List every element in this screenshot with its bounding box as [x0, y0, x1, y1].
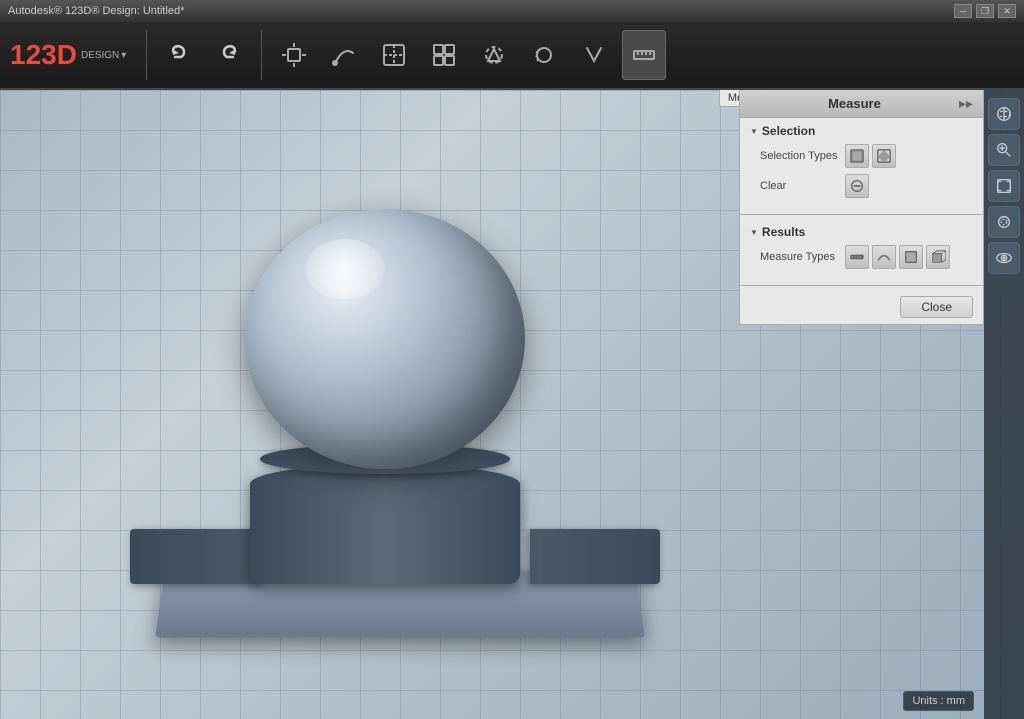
close-window-button[interactable]: ✕	[998, 4, 1016, 18]
restore-button[interactable]: ❐	[976, 4, 994, 18]
title-bar: Autodesk® 123D® Design: Untitled* ─ ❐ ✕	[0, 0, 1024, 22]
measure-panel: Measure ▸▸ ▼ Selection Selection Types	[739, 90, 984, 325]
measure-types-row: Measure Types	[750, 245, 973, 269]
primitives-button[interactable]	[422, 30, 466, 80]
results-section: ▼ Results Measure Types	[740, 219, 983, 281]
logo-text: 123D	[10, 41, 77, 69]
minimize-button[interactable]: ─	[954, 4, 972, 18]
measure-type-ruler-button[interactable]	[845, 245, 869, 269]
results-label: Results	[762, 225, 805, 239]
boolean-button[interactable]	[472, 30, 516, 80]
fit-view-button[interactable]	[988, 170, 1020, 202]
snap-button[interactable]	[572, 30, 616, 80]
panel-title-bar: Measure ▸▸	[740, 90, 983, 118]
zoom-button[interactable]	[988, 134, 1020, 166]
group-button[interactable]	[522, 30, 566, 80]
right-toolbar	[984, 90, 1024, 719]
measure-type-area-button[interactable]	[899, 245, 923, 269]
redo-button[interactable]	[207, 30, 251, 80]
wing-right	[530, 529, 660, 584]
clear-label: Clear	[760, 180, 845, 192]
logo-dropdown-arrow[interactable]: ▾	[121, 50, 126, 61]
panel-title: Measure	[750, 96, 959, 111]
viewport[interactable]: Measu... Units : mm	[0, 90, 1024, 719]
clear-selection-button[interactable]	[845, 174, 869, 198]
app-logo: 123D DESIGN ▾	[10, 41, 126, 69]
3d-object	[130, 209, 680, 639]
panel-divider	[740, 214, 983, 215]
measure-type-volume-button[interactable]	[926, 245, 950, 269]
measure-type-curve-button[interactable]	[872, 245, 896, 269]
wing-left	[130, 529, 260, 584]
orbit-button[interactable]	[988, 98, 1020, 130]
panel-divider-2	[740, 285, 983, 286]
toolbar-divider-1	[146, 30, 147, 80]
units-badge: Units : mm	[903, 691, 974, 711]
panel-expand-button[interactable]: ▸▸	[959, 95, 973, 112]
cylinder-base	[250, 464, 520, 584]
measure-toolbar-button[interactable]	[622, 30, 666, 80]
perspective-button[interactable]	[988, 206, 1020, 238]
app-title: Autodesk® 123D® Design: Untitled*	[8, 5, 184, 17]
selection-header: ▼ Selection	[750, 124, 973, 138]
toolbar-divider-2	[261, 30, 262, 80]
close-panel-button[interactable]: Close	[900, 296, 973, 318]
selection-type-face-button[interactable]	[872, 144, 896, 168]
selection-type-solid-button[interactable]	[845, 144, 869, 168]
sphere	[245, 209, 525, 469]
construct-button[interactable]	[372, 30, 416, 80]
visibility-button[interactable]	[988, 242, 1020, 274]
logo-sub: DESIGN	[81, 50, 119, 61]
sketch-button[interactable]	[322, 30, 366, 80]
clear-row: Clear	[750, 174, 973, 198]
window-controls: ─ ❐ ✕	[954, 4, 1016, 18]
selection-triangle: ▼	[750, 127, 758, 136]
selection-section: ▼ Selection Selection Types	[740, 118, 983, 210]
results-triangle: ▼	[750, 228, 758, 237]
measure-type-controls	[845, 245, 950, 269]
undo-button[interactable]	[157, 30, 201, 80]
transform-button[interactable]	[272, 30, 316, 80]
main-area: Measu... Units : mm	[0, 90, 1024, 719]
clear-controls	[845, 174, 869, 198]
results-header: ▼ Results	[750, 225, 973, 239]
selection-types-label: Selection Types	[760, 150, 845, 162]
selection-type-controls	[845, 144, 896, 168]
main-toolbar: 123D DESIGN ▾	[0, 22, 1024, 90]
selection-label: Selection	[762, 124, 815, 138]
close-row: Close	[740, 290, 983, 324]
measure-types-label: Measure Types	[760, 251, 845, 263]
selection-types-row: Selection Types	[750, 144, 973, 168]
